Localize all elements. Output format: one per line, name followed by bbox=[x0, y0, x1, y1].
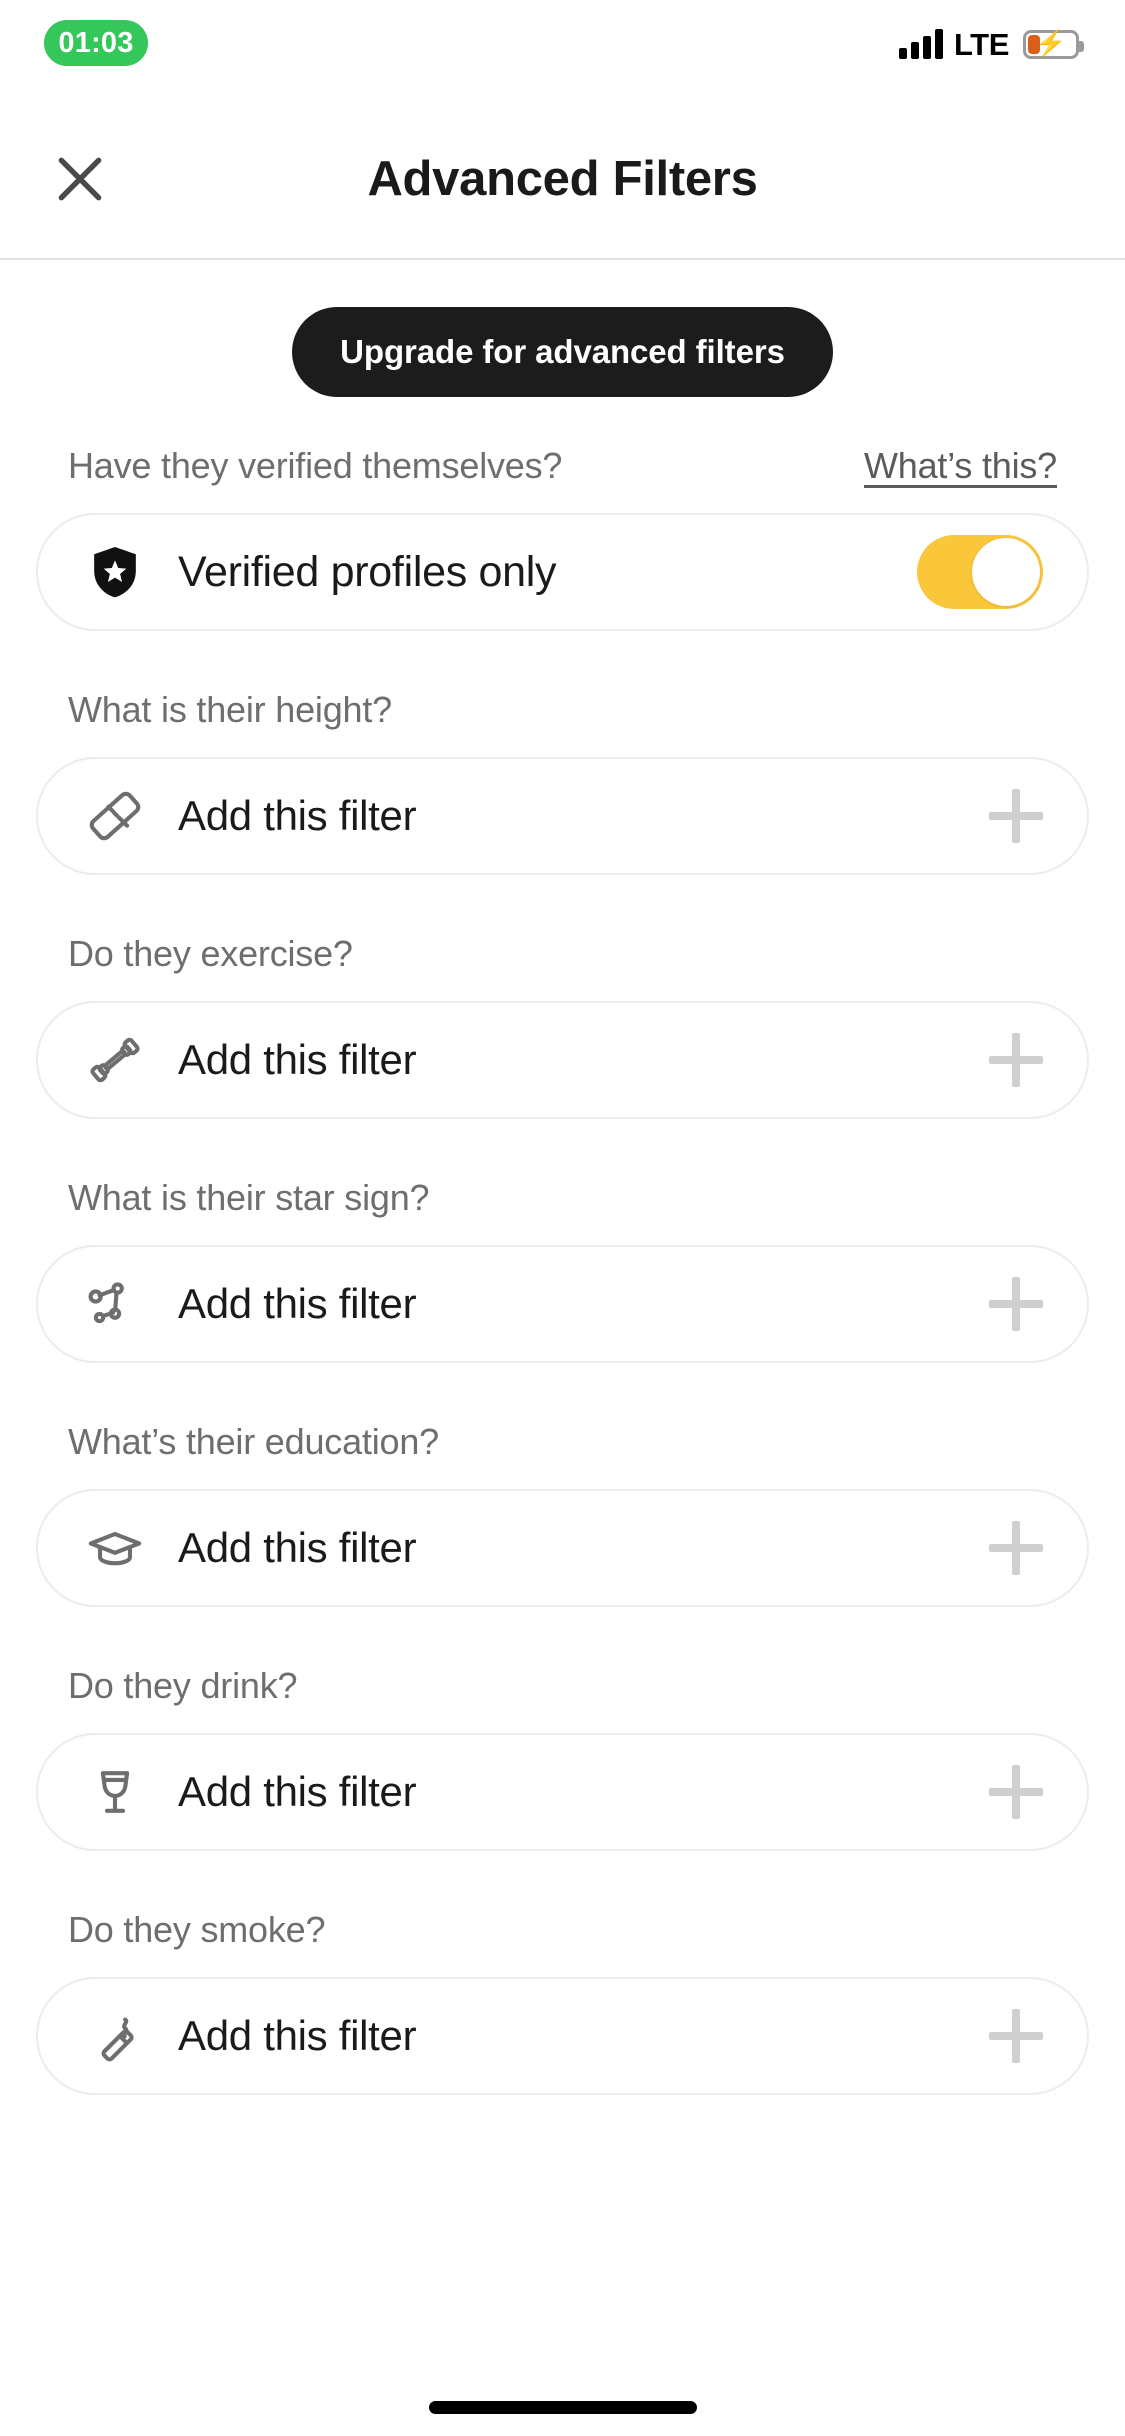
verified-profiles-toggle[interactable] bbox=[917, 535, 1043, 609]
upgrade-banner: Upgrade for advanced filters bbox=[0, 262, 1125, 397]
status-bar: 01:03 LTE ⚡ bbox=[0, 0, 1125, 100]
section-header-star-sign: What is their star sign? bbox=[36, 1177, 1089, 1219]
row-label-drink: Add this filter bbox=[178, 1768, 417, 1815]
row-label-height: Add this filter bbox=[178, 792, 417, 839]
row-add-filter-exercise[interactable]: Add this filter bbox=[36, 1001, 1089, 1119]
section-height: What is their height? Add this filter bbox=[0, 689, 1125, 875]
page-title: Advanced Filters bbox=[367, 152, 758, 206]
row-label-verified: Verified profiles only bbox=[178, 547, 557, 596]
wine-glass-icon bbox=[84, 1763, 146, 1821]
filters-scroll-area: Upgrade for advanced filters Have they v… bbox=[0, 262, 1125, 2095]
section-education: What’s their education? Add this filter bbox=[0, 1421, 1125, 1607]
section-header-drink: Do they drink? bbox=[36, 1665, 1089, 1707]
screen: 01:03 LTE ⚡ Advanced Filters Upgrade for… bbox=[0, 0, 1125, 2436]
row-add-filter-smoke[interactable]: Add this filter bbox=[36, 1977, 1089, 2095]
plus-icon[interactable] bbox=[989, 789, 1043, 843]
row-add-filter-star-sign[interactable]: Add this filter bbox=[36, 1245, 1089, 1363]
plus-icon[interactable] bbox=[989, 1521, 1043, 1575]
section-smoke: Do they smoke? Add this filter bbox=[0, 1909, 1125, 2095]
section-label-education: What’s their education? bbox=[68, 1421, 439, 1462]
section-label-drink: Do they drink? bbox=[68, 1665, 298, 1706]
toggle-knob bbox=[972, 538, 1040, 606]
status-right-cluster: LTE ⚡ bbox=[898, 22, 1084, 66]
plus-icon[interactable] bbox=[989, 1277, 1043, 1331]
row-add-filter-education[interactable]: Add this filter bbox=[36, 1489, 1089, 1607]
row-label-smoke: Add this filter bbox=[178, 2012, 417, 2059]
network-type-label: LTE bbox=[953, 26, 1009, 62]
lightning-bolt-icon: ⚡ bbox=[1035, 29, 1067, 58]
section-header-verified: Have they verified themselves? What’s th… bbox=[36, 445, 1089, 487]
plus-icon[interactable] bbox=[989, 2009, 1043, 2063]
section-header-exercise: Do they exercise? bbox=[36, 933, 1089, 975]
section-label-smoke: Do they smoke? bbox=[68, 1909, 326, 1950]
section-label-height: What is their height? bbox=[68, 689, 392, 730]
plus-icon[interactable] bbox=[989, 1765, 1043, 1819]
plus-icon[interactable] bbox=[989, 1033, 1043, 1087]
graduation-cap-icon bbox=[84, 1519, 146, 1577]
section-header-height: What is their height? bbox=[36, 689, 1089, 731]
section-drink: Do they drink? Add this filter bbox=[0, 1665, 1125, 1851]
status-time-pill: 01:03 bbox=[44, 20, 148, 66]
row-label-star-sign: Add this filter bbox=[178, 1280, 417, 1327]
row-add-filter-height[interactable]: Add this filter bbox=[36, 757, 1089, 875]
section-star-sign: What is their star sign? Add this filter bbox=[0, 1177, 1125, 1363]
whats-this-link[interactable]: What’s this? bbox=[864, 445, 1057, 487]
constellation-icon bbox=[84, 1275, 146, 1333]
row-add-filter-drink[interactable]: Add this filter bbox=[36, 1733, 1089, 1851]
cigarette-icon bbox=[84, 2007, 146, 2065]
section-label-exercise: Do they exercise? bbox=[68, 933, 353, 974]
section-header-education: What’s their education? bbox=[36, 1421, 1089, 1463]
header-bar: Advanced Filters bbox=[0, 100, 1125, 260]
section-verified: Have they verified themselves? What’s th… bbox=[0, 445, 1125, 631]
home-indicator[interactable] bbox=[428, 2401, 697, 2414]
shield-star-icon bbox=[84, 544, 146, 600]
battery-charging-icon: ⚡ bbox=[1023, 29, 1084, 59]
dumbbell-icon bbox=[84, 1031, 146, 1089]
signal-bars-icon bbox=[898, 29, 943, 59]
section-label-verified: Have they verified themselves? bbox=[68, 445, 563, 486]
row-label-education: Add this filter bbox=[178, 1524, 417, 1571]
upgrade-button[interactable]: Upgrade for advanced filters bbox=[292, 307, 833, 397]
status-time: 01:03 bbox=[58, 26, 134, 59]
ruler-icon bbox=[84, 787, 146, 845]
section-label-star-sign: What is their star sign? bbox=[68, 1177, 430, 1218]
section-exercise: Do they exercise? Add this filter bbox=[0, 933, 1125, 1119]
row-verified-profiles-only[interactable]: Verified profiles only bbox=[36, 513, 1089, 631]
row-label-exercise: Add this filter bbox=[178, 1036, 417, 1083]
section-header-smoke: Do they smoke? bbox=[36, 1909, 1089, 1951]
